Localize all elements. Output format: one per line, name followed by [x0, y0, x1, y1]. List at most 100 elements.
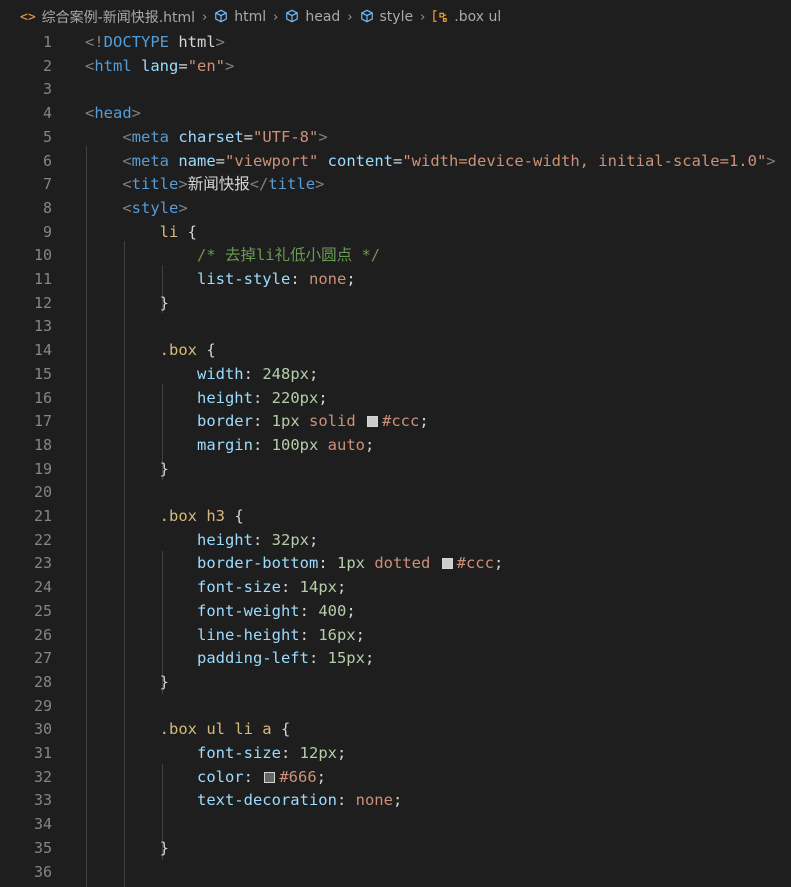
code-token: :	[299, 601, 319, 620]
code-token: ;	[318, 388, 328, 407]
line-number: 22	[33, 530, 52, 549]
code-token: style	[131, 198, 179, 217]
code-token: <!	[85, 33, 104, 51]
code-line[interactable]: 8 <style>	[0, 197, 791, 221]
breadcrumb-item-head[interactable]: head	[285, 9, 340, 26]
line-number: 32	[33, 767, 52, 786]
line-number: 19	[33, 459, 52, 478]
line-number: 3	[42, 80, 52, 99]
code-line[interactable]: 30 .box ul li a {	[0, 718, 791, 742]
code-token: ;	[355, 625, 365, 644]
code-line[interactable]: 7 <title>新闻快报</title>	[0, 173, 791, 197]
code-line[interactable]: 18 margin: 100px auto;	[0, 434, 791, 458]
code-token: meta	[131, 151, 169, 170]
code-token: ;	[336, 578, 347, 597]
code-line[interactable]: 27 padding-left: 15px;	[0, 647, 791, 671]
code-text: /* 去掉li礼低小圆点 */	[85, 244, 380, 268]
code-line[interactable]: 21 .box h3 {	[0, 505, 791, 529]
code-token: 1px	[271, 412, 300, 431]
breadcrumb-item-selector[interactable]: .box ul	[432, 9, 501, 26]
code-token: :	[252, 530, 272, 549]
code-line[interactable]: 26 line-height: 16px;	[0, 624, 791, 648]
line-number: 13	[33, 317, 52, 336]
code-text: <title>新闻快报</title>	[85, 173, 324, 197]
code-line[interactable]: 22 height: 32px;	[0, 529, 791, 553]
code-token: height	[196, 388, 253, 407]
code-text: height: 220px;	[85, 387, 328, 411]
code-token: =	[243, 127, 253, 146]
code-token: :	[290, 270, 309, 288]
breadcrumb-label: html	[234, 9, 267, 25]
code-token: 1px	[336, 554, 365, 573]
code-token: 新闻快报	[187, 175, 250, 194]
code-line[interactable]: 14 .box {	[0, 339, 791, 363]
code-line[interactable]: 25 font-weight: 400;	[0, 600, 791, 624]
code-token: 15px	[327, 649, 365, 668]
code-token: =	[215, 151, 226, 170]
line-number: 7	[42, 175, 52, 194]
code-line[interactable]: 1 <!DOCTYPE html>	[0, 31, 791, 55]
code-token: 14px	[299, 578, 337, 597]
code-text: <html lang="en">	[85, 55, 234, 79]
code-line[interactable]: 4 <head>	[0, 102, 791, 126]
code-line[interactable]: 19 }	[0, 458, 791, 482]
code-line[interactable]: 15 width: 248px;	[0, 363, 791, 387]
code-line[interactable]: 33 text-decoration: none;	[0, 789, 791, 813]
code-line[interactable]: 6 <meta name="viewport" content="width=d…	[0, 150, 791, 174]
code-line[interactable]: 3	[0, 78, 791, 102]
code-text: <head>	[85, 102, 141, 126]
code-token: html	[94, 56, 132, 75]
code-token: head	[94, 104, 132, 123]
code-line[interactable]: 34	[0, 813, 791, 837]
code-text: font-weight: 400;	[85, 600, 356, 624]
breadcrumb-item-style[interactable]: style	[360, 9, 413, 26]
code-text: }	[85, 837, 169, 861]
color-swatch-icon[interactable]	[441, 558, 453, 570]
code-line[interactable]: 23 border-bottom: 1px dotted #ccc;	[0, 552, 791, 576]
code-line[interactable]: 29	[0, 695, 791, 719]
code-line[interactable]: 5 <meta charset="UTF-8">	[0, 126, 791, 150]
code-token: :	[252, 435, 272, 454]
breadcrumb-item-html[interactable]: html	[214, 9, 266, 26]
line-number: 1	[42, 33, 52, 51]
line-number: 23	[33, 554, 52, 573]
breadcrumb-item-file[interactable]: <> 综合案例-新闻快报.html	[20, 7, 195, 27]
line-number: 17	[33, 412, 52, 431]
code-line[interactable]: 28 }	[0, 671, 791, 695]
code-line[interactable]: 35 }	[0, 837, 791, 861]
code-line[interactable]: 16 height: 220px;	[0, 387, 791, 411]
line-number: 27	[33, 649, 52, 668]
code-line[interactable]: 20	[0, 481, 791, 505]
code-token: font-size	[196, 744, 281, 762]
code-line[interactable]: 12 }	[0, 292, 791, 316]
code-line[interactable]: 17 border: 1px solid #ccc;	[0, 410, 791, 434]
code-line[interactable]: 11 list-style: none;	[0, 268, 791, 292]
code-line[interactable]: 31 font-size: 12px;	[0, 742, 791, 766]
chevron-right-icon: ›	[420, 9, 426, 25]
code-line[interactable]: 10 /* 去掉li礼低小圆点 */	[0, 244, 791, 268]
code-token: }	[85, 838, 169, 857]
code-line[interactable]: 36	[0, 861, 791, 885]
code-token: 400	[318, 601, 347, 620]
color-swatch-icon[interactable]	[264, 771, 276, 783]
code-text: text-decoration: none;	[85, 789, 402, 813]
code-text: <!DOCTYPE html>	[85, 31, 225, 55]
color-swatch-icon[interactable]	[366, 416, 378, 428]
line-number: 20	[33, 483, 52, 502]
code-line[interactable]: 2 <html lang="en">	[0, 55, 791, 79]
code-text: .box ul li a {	[85, 718, 291, 742]
code-token: meta	[131, 127, 169, 146]
code-line[interactable]: 13	[0, 315, 791, 339]
code-line[interactable]: 32 color: #666;	[0, 766, 791, 790]
code-text: margin: 100px auto;	[85, 434, 374, 458]
code-text: }	[85, 458, 169, 482]
code-line[interactable]: 9 li {	[0, 221, 791, 245]
code-line[interactable]: 24 font-size: 14px;	[0, 576, 791, 600]
code-editor[interactable]: 1 <!DOCTYPE html> 2 <html lang="en"> 3 4 <head…	[0, 31, 791, 887]
